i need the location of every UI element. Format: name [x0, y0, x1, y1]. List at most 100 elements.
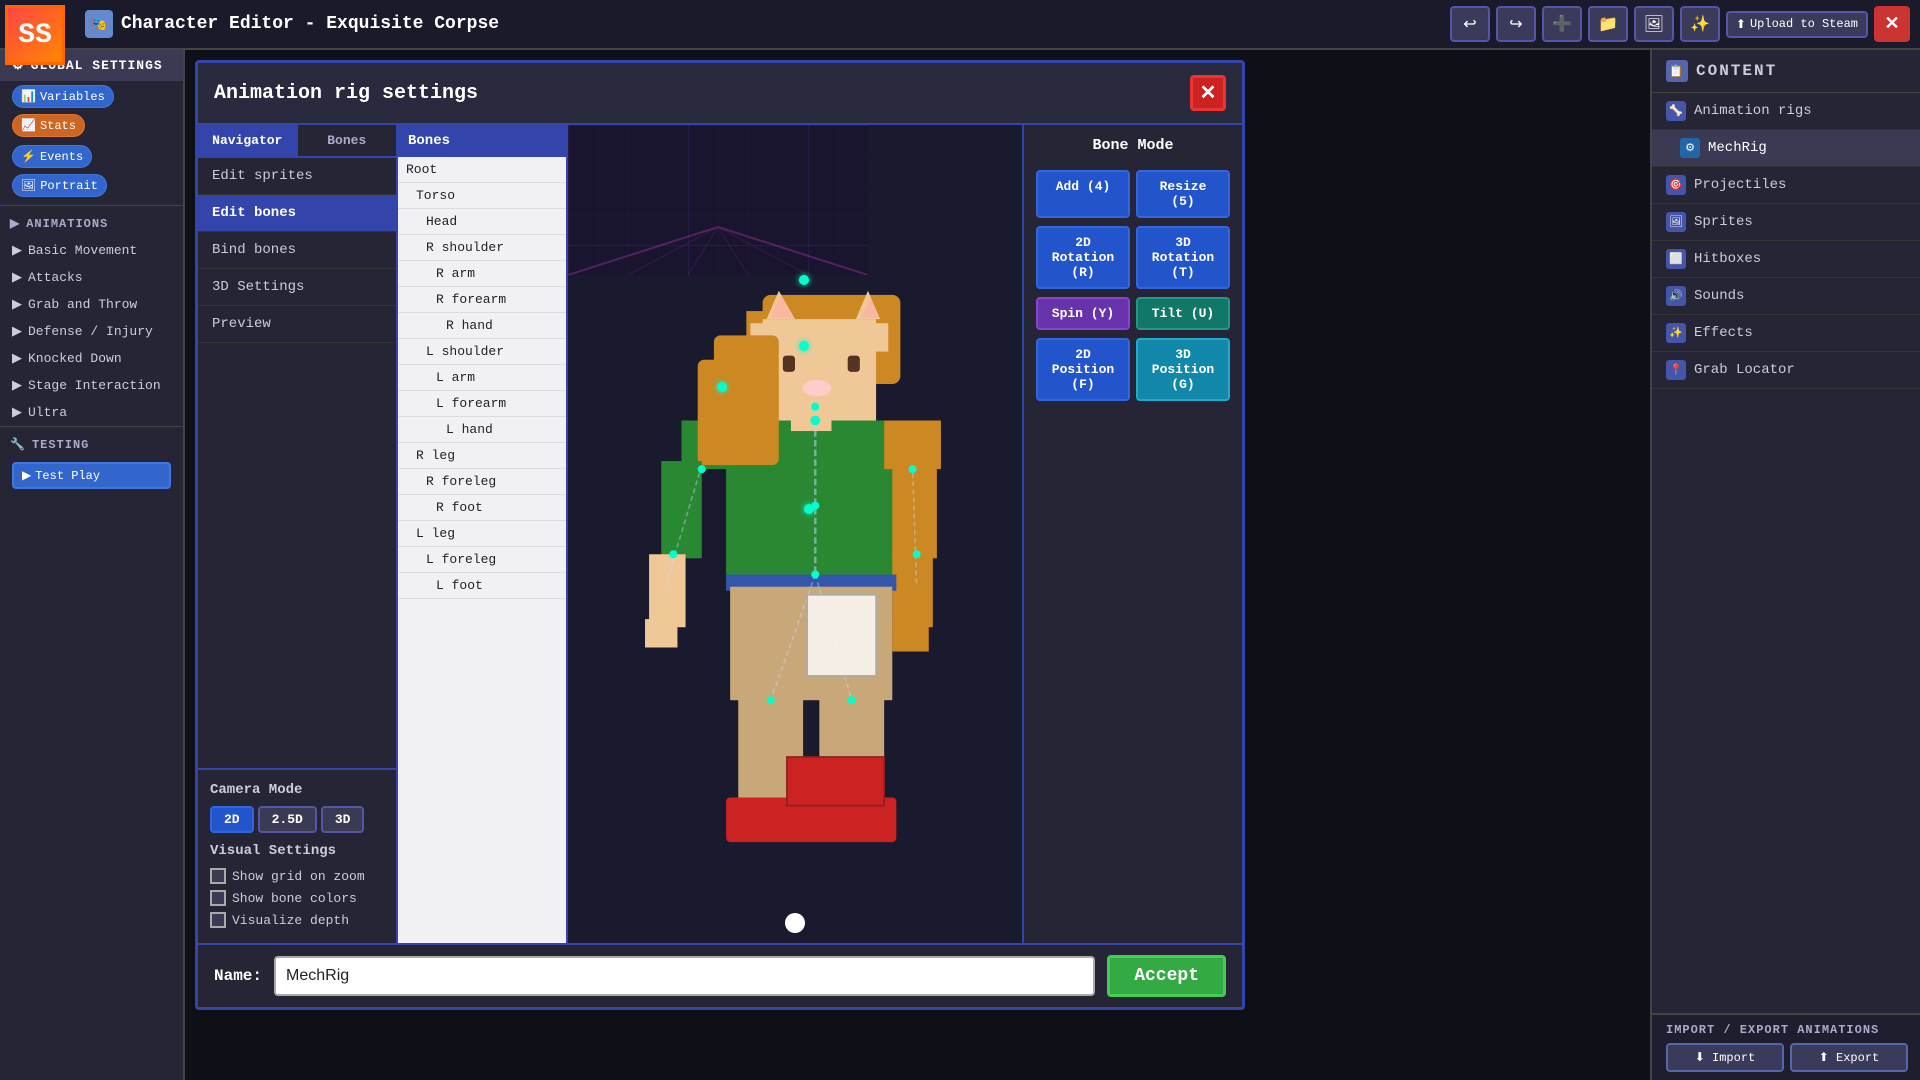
show-grid-checkbox[interactable] — [210, 868, 226, 884]
bone-r-forearm[interactable]: R forearm — [398, 287, 566, 313]
stage-label: Stage Interaction — [28, 378, 161, 393]
character-display — [568, 125, 1022, 943]
sounds-icon: 🔊 — [1666, 286, 1686, 306]
sidebar-item-animation-rigs[interactable]: 🦴 Animation rigs — [1652, 93, 1920, 130]
bone-r-foreleg[interactable]: R foreleg — [398, 469, 566, 495]
tab-navigator[interactable]: Navigator — [198, 125, 298, 156]
bone-r-hand[interactable]: R hand — [398, 313, 566, 339]
bone-l-foot[interactable]: L foot — [398, 573, 566, 599]
modal-title: Animation rig settings — [214, 82, 478, 105]
tab-bones[interactable]: Bones — [298, 125, 397, 156]
effects-label: Effects — [1694, 325, 1753, 341]
effects-button[interactable]: ✨ — [1680, 6, 1720, 42]
bone-colors-checkbox[interactable] — [210, 890, 226, 906]
add-button[interactable]: Add (4) — [1036, 170, 1130, 218]
events-pill[interactable]: ⚡ Events — [12, 145, 92, 168]
resize-button[interactable]: Resize (5) — [1136, 170, 1230, 218]
checkbox-visualize-depth[interactable]: Visualize depth — [210, 909, 384, 931]
bone-l-arm[interactable]: L arm — [398, 365, 566, 391]
canvas-area[interactable] — [568, 125, 1022, 943]
test-play-button[interactable]: ▶ Test Play — [12, 462, 171, 489]
sidebar-item-hitboxes[interactable]: ⬜ Hitboxes — [1652, 241, 1920, 278]
bone-l-shoulder[interactable]: L shoulder — [398, 339, 566, 365]
sidebar-item-mechrig[interactable]: ⚙ MechRig — [1652, 130, 1920, 167]
defense-icon: ▶ — [12, 324, 22, 339]
sidebar-item-ultra[interactable]: ▶ Ultra — [0, 399, 183, 426]
sidebar-item-sounds[interactable]: 🔊 Sounds — [1652, 278, 1920, 315]
bone-dot-l-shoulder — [717, 382, 727, 392]
modal-close-button[interactable]: ✕ — [1190, 75, 1226, 111]
nav-bind-bones[interactable]: Bind bones — [198, 232, 396, 269]
name-input[interactable] — [274, 956, 1095, 996]
sidebar-item-knocked-down[interactable]: ▶ Knocked Down — [0, 345, 183, 372]
sidebar-item-stage-interaction[interactable]: ▶ Stage Interaction — [0, 372, 183, 399]
nav-edit-sprites[interactable]: Edit sprites — [198, 158, 396, 195]
animation-rig-modal: Animation rig settings ✕ Navigator Bones… — [195, 60, 1245, 1010]
add-button[interactable]: ➕ — [1542, 6, 1582, 42]
sidebar-item-attacks[interactable]: ▶ Attacks — [0, 264, 183, 291]
checkbox-show-grid[interactable]: Show grid on zoom — [210, 865, 384, 887]
ultra-label: Ultra — [28, 405, 67, 420]
camera-25d-button[interactable]: 2.5D — [258, 806, 317, 833]
grab-throw-label: Grab and Throw — [28, 297, 137, 312]
sidebar-item-sprites[interactable]: 🖼 Sprites — [1652, 204, 1920, 241]
portrait-pill[interactable]: 🖼 Portrait — [12, 174, 107, 197]
ultra-icon: ▶ — [12, 405, 22, 420]
bone-r-shoulder[interactable]: R shoulder — [398, 235, 566, 261]
2d-position-button[interactable]: 2D Position (F) — [1036, 338, 1130, 401]
app-close-button[interactable]: ✕ — [1874, 6, 1910, 42]
undo-button[interactable]: ↩ — [1450, 6, 1490, 42]
spin-button[interactable]: Spin (Y) — [1036, 297, 1130, 330]
variables-pill[interactable]: 📊 Variables — [12, 85, 114, 108]
tilt-button[interactable]: Tilt (U) — [1136, 297, 1230, 330]
nav-3d-settings[interactable]: 3D Settings — [198, 269, 396, 306]
image-button[interactable]: 🖼 — [1634, 6, 1674, 42]
content-header: 📋 CONTENT — [1652, 50, 1920, 93]
bone-l-foreleg[interactable]: L foreleg — [398, 547, 566, 573]
open-button[interactable]: 📁 — [1588, 6, 1628, 42]
bone-r-leg[interactable]: R leg — [398, 443, 566, 469]
app-title-icon: 🎭 — [85, 10, 113, 38]
nav-preview[interactable]: Preview — [198, 306, 396, 343]
export-button[interactable]: ⬆ Export — [1790, 1043, 1908, 1072]
right-sidebar: 📋 CONTENT 🦴 Animation rigs ⚙ MechRig 🎯 P… — [1650, 50, 1920, 1080]
bone-l-forearm[interactable]: L forearm — [398, 391, 566, 417]
3d-rotation-button[interactable]: 3D Rotation (T) — [1136, 226, 1230, 289]
modal-body: Navigator Bones Edit sprites Edit bones … — [198, 125, 1242, 943]
canvas-background — [568, 125, 1022, 943]
bone-head[interactable]: Head — [398, 209, 566, 235]
camera-section: Camera Mode 2D 2.5D 3D Visual Settings S… — [198, 768, 396, 943]
sidebar-item-defense[interactable]: ▶ Defense / Injury — [0, 318, 183, 345]
sidebar-item-effects[interactable]: ✨ Effects — [1652, 315, 1920, 352]
bone-dot-hip — [804, 504, 814, 514]
sidebar-item-grab-locator[interactable]: 📍 Grab Locator — [1652, 352, 1920, 389]
bone-torso[interactable]: Torso — [398, 183, 566, 209]
redo-button[interactable]: ↪ — [1496, 6, 1536, 42]
grab-locator-label: Grab Locator — [1694, 362, 1795, 378]
visualize-depth-checkbox[interactable] — [210, 912, 226, 928]
content-label: CONTENT — [1696, 62, 1777, 80]
bone-r-foot[interactable]: R foot — [398, 495, 566, 521]
top-bar: SS 🎭 Character Editor - Exquisite Corpse… — [0, 0, 1920, 50]
nav-edit-bones[interactable]: Edit bones — [198, 195, 396, 232]
upload-steam-button[interactable]: ⬆ Upload to Steam — [1726, 11, 1868, 38]
attacks-icon: ▶ — [12, 270, 22, 285]
accept-button[interactable]: Accept — [1107, 955, 1226, 997]
checkbox-bone-colors[interactable]: Show bone colors — [210, 887, 384, 909]
bone-l-hand[interactable]: L hand — [398, 417, 566, 443]
camera-2d-button[interactable]: 2D — [210, 806, 254, 833]
bone-l-leg[interactable]: L leg — [398, 521, 566, 547]
stats-pill[interactable]: 📈 Stats — [12, 114, 85, 137]
camera-3d-button[interactable]: 3D — [321, 806, 365, 833]
import-button[interactable]: ⬇ Import — [1666, 1043, 1784, 1072]
sidebar-item-basic-movement[interactable]: ▶ Basic Movement — [0, 237, 183, 264]
sidebar-item-projectiles[interactable]: 🎯 Projectiles — [1652, 167, 1920, 204]
sidebar-item-grab-throw[interactable]: ▶ Grab and Throw — [0, 291, 183, 318]
bone-root[interactable]: Root — [398, 157, 566, 183]
camera-buttons: 2D 2.5D 3D — [210, 806, 384, 833]
animations-label: ANIMATIONS — [26, 217, 108, 231]
2d-rotation-button[interactable]: 2D Rotation (R) — [1036, 226, 1130, 289]
3d-position-button[interactable]: 3D Position (G) — [1136, 338, 1230, 401]
bone-r-arm[interactable]: R arm — [398, 261, 566, 287]
variables-label: Variables — [40, 90, 105, 104]
